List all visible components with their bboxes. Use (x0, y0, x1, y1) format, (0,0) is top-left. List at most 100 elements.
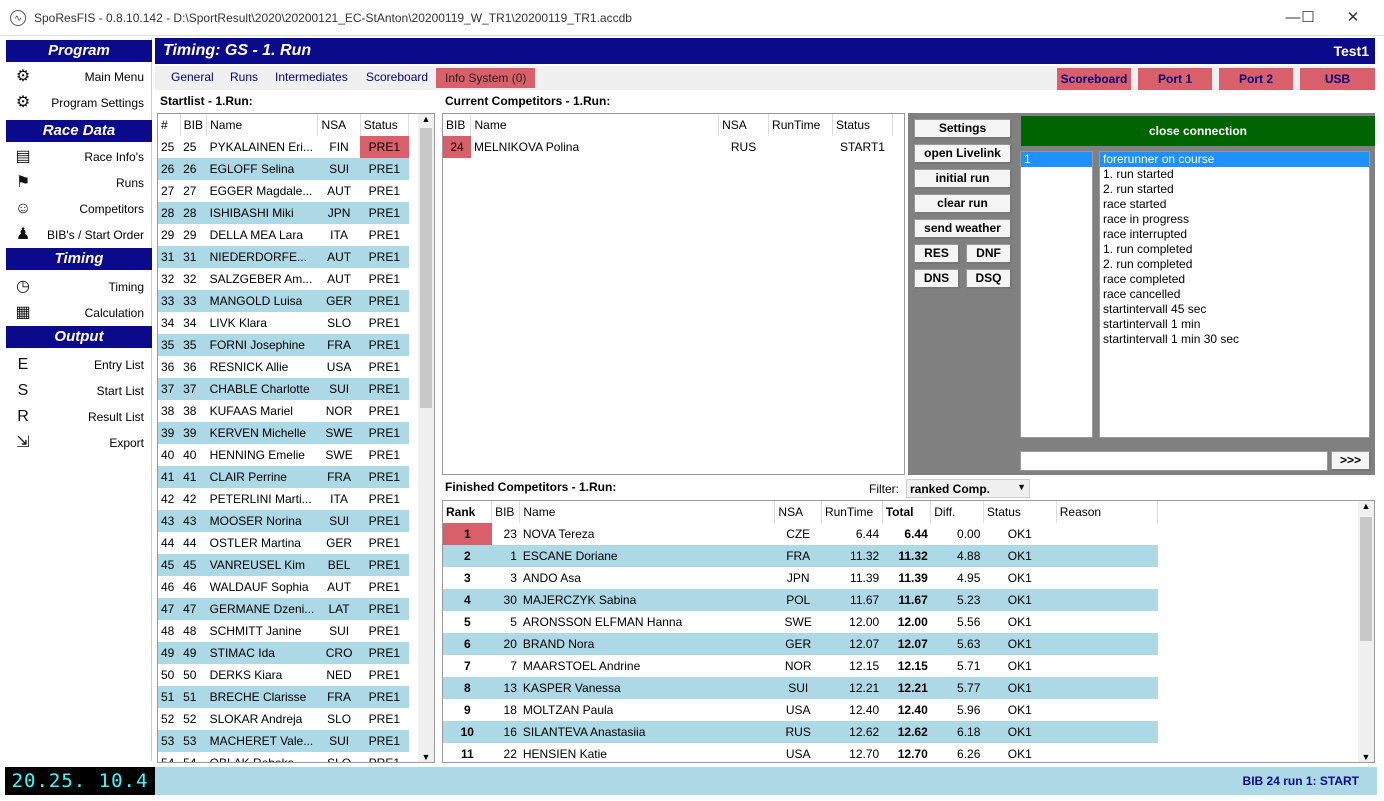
message-input[interactable] (1020, 451, 1328, 471)
table-row[interactable]: 10 16 SILANTEVA Anastasiia RUS 12.62 12.62 6.1… (443, 721, 1158, 743)
table-row[interactable]: 40 40 HENNING Emelie SWE PRE1 (158, 444, 409, 466)
column-header[interactable]: Diff. (930, 501, 984, 523)
table-row[interactable]: 6 20 BRAND Nora GER 12.07 12.07 5.63 OK1 (443, 633, 1158, 655)
table-row[interactable]: 35 35 FORNI Josephine FRA PRE1 (158, 334, 409, 356)
table-row[interactable]: 9 18 MOLTZAN Paula USA 12.40 12.40 5.96 OK1 (443, 699, 1158, 721)
table-row[interactable]: 8 13 KASPER Vanessa SUI 12.21 12.21 5.77 OK1 (443, 677, 1158, 699)
table-row[interactable]: 41 41 CLAIR Perrine FRA PRE1 (158, 466, 409, 488)
list-item[interactable]: race in progress (1100, 212, 1369, 227)
scroll-up-icon[interactable]: ▲ (1358, 501, 1374, 515)
column-header[interactable]: Status (360, 114, 410, 136)
sidebar-item-calculation[interactable]: ▦ Calculation (6, 300, 152, 326)
usb-button[interactable]: USB (1300, 68, 1375, 90)
scroll-up-icon[interactable]: ▲ (418, 114, 434, 128)
list-item[interactable]: 1. run started (1100, 167, 1369, 182)
table-row[interactable]: 31 31 NIEDERDORFE... AUT PRE1 (158, 246, 409, 268)
startlist-scrollbar[interactable]: ▲ ▼ (418, 114, 434, 762)
sidebar-item-timing[interactable]: ◷ Timing (6, 274, 152, 300)
settings-button[interactable]: Settings (914, 119, 1012, 139)
table-row[interactable]: 45 45 VANREUSEL Kim BEL PRE1 (158, 554, 409, 576)
dns-button[interactable]: DNS (914, 269, 960, 289)
column-header[interactable]: Reason (1056, 501, 1159, 523)
list-item[interactable]: forerunner on course (1100, 152, 1369, 167)
table-row[interactable]: 27 27 EGGER Magdale... AUT PRE1 (158, 180, 409, 202)
table-row[interactable]: 28 28 ISHIBASHI Miki JPN PRE1 (158, 202, 409, 224)
dnf-button[interactable]: DNF (966, 244, 1012, 264)
column-header[interactable]: Rank (443, 501, 493, 523)
tab-info-system[interactable]: Info System (0) (436, 68, 536, 88)
table-row[interactable]: 25 25 PYKALAINEN Eri... FIN PRE1 (158, 136, 409, 158)
column-header[interactable]: Total (882, 501, 932, 523)
sidebar-item-export[interactable]: ⇲ Export (6, 430, 152, 456)
table-row[interactable]: 24 MELNIKOVA Polina RUS START1 (443, 136, 893, 158)
table-row[interactable]: 46 46 WALDAUF Sophia AUT PRE1 (158, 576, 409, 598)
sidebar-item-entry-list[interactable]: E Entry List (6, 352, 152, 378)
column-header[interactable]: NSA (718, 114, 770, 136)
table-row[interactable]: 33 33 MANGOLD Luisa GER PRE1 (158, 290, 409, 312)
dsq-button[interactable]: DSQ (966, 269, 1012, 289)
close-window-button[interactable]: ✕ (1330, 4, 1376, 32)
list-item[interactable]: 1 (1021, 152, 1092, 167)
column-header[interactable]: BIB (491, 501, 521, 523)
sidebar-item-program-settings[interactable]: ⚙ Program Settings (6, 90, 152, 116)
scroll-down-icon[interactable]: ▼ (1358, 752, 1374, 762)
table-row[interactable]: 50 50 DERKS Kiara NED PRE1 (158, 664, 409, 686)
list-item[interactable]: 1. run completed (1100, 242, 1369, 257)
column-header[interactable]: RunTime (768, 114, 833, 136)
tab-runs[interactable]: Runs (230, 70, 258, 84)
open-livelink-button[interactable]: open Livelink (914, 144, 1012, 164)
list-item[interactable]: 2. run completed (1100, 257, 1369, 272)
clear-run-button[interactable]: clear run (914, 194, 1012, 214)
table-row[interactable]: 29 29 DELLA MEA Lara ITA PRE1 (158, 224, 409, 246)
close-connection-button[interactable]: close connection (1021, 116, 1375, 146)
scoreboard-button[interactable]: Scoreboard (1057, 68, 1131, 90)
table-row[interactable]: 48 48 SCHMITT Janine SUI PRE1 (158, 620, 409, 642)
sidebar-item-main-menu[interactable]: ⚙ Main Menu (6, 64, 152, 90)
maximize-button[interactable]: ☐ (1285, 4, 1331, 32)
table-row[interactable]: 2 1 ESCANE Doriane FRA 11.32 11.32 4.88 OK1 (443, 545, 1158, 567)
scroll-thumb[interactable] (420, 128, 432, 408)
table-row[interactable]: 37 37 CHABLE Charlotte SUI PRE1 (158, 378, 409, 400)
table-row[interactable]: 3 3 ANDO Asa JPN 11.39 11.39 4.95 OK1 (443, 567, 1158, 589)
table-row[interactable]: 43 43 MOOSER Norina SUI PRE1 (158, 510, 409, 532)
table-row[interactable]: 1 23 NOVA Tereza CZE 6.44 6.44 0.00 OK1 (443, 523, 1158, 545)
column-header[interactable]: Name (206, 114, 319, 136)
column-header[interactable]: Name (470, 114, 720, 136)
initial-run-button[interactable]: initial run (914, 169, 1012, 189)
send-message-button[interactable]: >>> (1331, 451, 1371, 471)
filter-dropdown[interactable]: ranked Comp. ▼ (906, 479, 1030, 498)
sidebar-item-start-list[interactable]: S Start List (6, 378, 152, 404)
list-item[interactable]: 2. run started (1100, 182, 1369, 197)
sidebar-item-bib-s-start-order[interactable]: ♟ BIB's / Start Order (6, 222, 152, 248)
table-row[interactable]: 5 5 ARONSSON ELFMAN Hanna SWE 12.00 12.00 5.56… (443, 611, 1158, 633)
column-header[interactable]: NSA (774, 501, 822, 523)
list-item[interactable]: startintervall 1 min (1100, 317, 1369, 332)
list-item[interactable]: race interrupted (1100, 227, 1369, 242)
info-number-list[interactable]: 1 (1020, 151, 1093, 438)
column-header[interactable]: BIB (443, 114, 472, 136)
tab-scoreboard[interactable]: Scoreboard (366, 70, 428, 84)
table-row[interactable]: 51 51 BRECHE Clarisse FRA PRE1 (158, 686, 409, 708)
table-row[interactable]: 42 42 PETERLINI Marti... ITA PRE1 (158, 488, 409, 510)
table-row[interactable]: 32 32 SALZGEBER Am... AUT PRE1 (158, 268, 409, 290)
scroll-thumb[interactable] (1360, 517, 1372, 641)
table-row[interactable]: 11 22 HENSIEN Katie USA 12.70 12.70 6.26 OK1 (443, 743, 1158, 762)
column-header[interactable]: Status (832, 114, 893, 136)
table-row[interactable]: 49 49 STIMAC Ida CRO PRE1 (158, 642, 409, 664)
list-item[interactable]: race completed (1100, 272, 1369, 287)
sidebar-item-race-info-s[interactable]: ▤ Race Info's (6, 144, 152, 170)
list-item[interactable]: race cancelled (1100, 287, 1369, 302)
table-row[interactable]: 38 38 KUFAAS Mariel NOR PRE1 (158, 400, 409, 422)
table-row[interactable]: 52 52 SLOKAR Andreja SLO PRE1 (158, 708, 409, 730)
table-row[interactable]: 26 26 EGLOFF Selina SUI PRE1 (158, 158, 409, 180)
tab-general[interactable]: General (171, 70, 214, 84)
scroll-down-icon[interactable]: ▼ (418, 752, 434, 762)
table-row[interactable]: 36 36 RESNICK Allie USA PRE1 (158, 356, 409, 378)
list-item[interactable]: startintervall 1 min 30 sec (1100, 332, 1369, 347)
res-button[interactable]: RES (914, 244, 960, 264)
tab-intermediates[interactable]: Intermediates (275, 70, 348, 84)
list-item[interactable]: race started (1100, 197, 1369, 212)
column-header[interactable]: # (158, 114, 181, 136)
table-row[interactable]: 53 53 MACHERET Vale... SUI PRE1 (158, 730, 409, 752)
column-header[interactable]: NSA (317, 114, 361, 136)
